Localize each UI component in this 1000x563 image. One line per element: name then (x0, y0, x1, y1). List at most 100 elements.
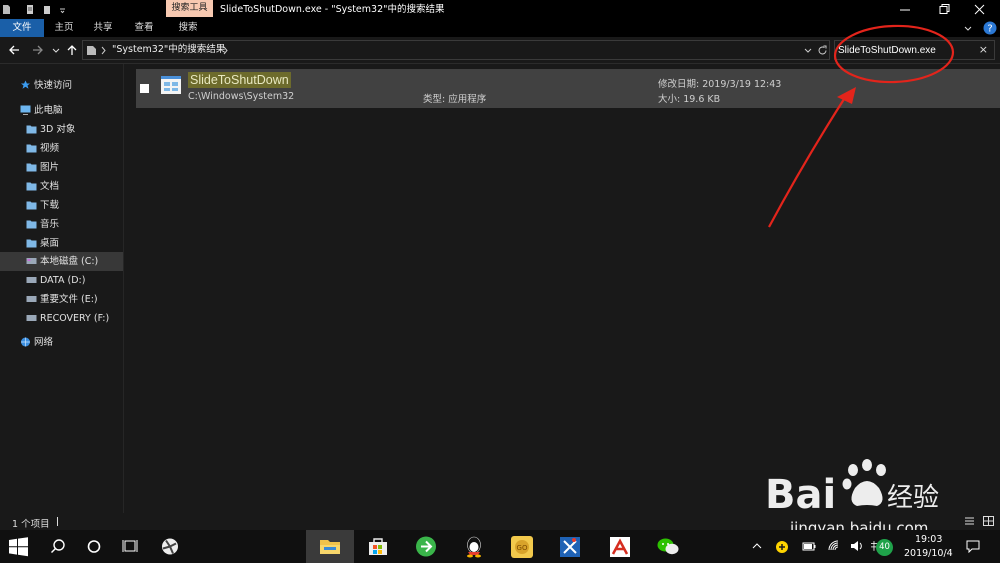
sidebar-item-important-e[interactable]: 重要文件 (E:) (0, 290, 123, 309)
explorer-app-icon (3, 5, 10, 14)
sidebar-item-pictures[interactable]: 图片 (0, 158, 123, 177)
tab-home[interactable]: 主页 (48, 19, 80, 37)
wifi-icon[interactable] (827, 540, 841, 552)
sidebar-item-data-d[interactable]: DATA (D:) (0, 271, 123, 290)
tab-share[interactable]: 共享 (87, 19, 119, 37)
address-history-chevron-icon[interactable] (803, 46, 813, 55)
sidebar-item-label: 桌面 (40, 238, 60, 249)
file-explorer-icon[interactable] (306, 530, 354, 563)
sidebar-item-quick-access[interactable]: 快速访问 (0, 76, 123, 95)
sidebar-item-this-pc[interactable]: 此电脑 (0, 101, 123, 120)
action-center-icon[interactable] (966, 540, 980, 553)
search-box[interactable]: × (834, 40, 995, 60)
up-arrow-icon[interactable] (65, 43, 79, 57)
sidebar-item-desktop[interactable]: 桌面 (0, 234, 123, 253)
sidebar-item-videos[interactable]: 视频 (0, 139, 123, 158)
sidebar-item-label: 3D 对象 (40, 124, 76, 135)
breadcrumb-separator-icon[interactable] (222, 46, 230, 55)
item-checkbox[interactable] (140, 84, 149, 93)
pane-divider[interactable] (123, 64, 124, 513)
svg-text:?: ? (987, 24, 992, 35)
clear-search-icon[interactable]: × (979, 43, 988, 56)
sidebar-item-3d-objects[interactable]: 3D 对象 (0, 120, 123, 139)
microsoft-store-icon[interactable] (354, 530, 402, 563)
tab-view[interactable]: 查看 (128, 19, 160, 37)
sidebar-item-label: 本地磁盘 (C:) (40, 256, 99, 267)
sidebar-item-label: 音乐 (40, 219, 60, 230)
show-hidden-icons-chevron-icon[interactable] (751, 540, 763, 552)
folder-icon (26, 239, 37, 248)
restore-icon[interactable] (927, 0, 961, 19)
title-bar: 搜索工具 SlideToShutDown.exe - "System32"中的搜… (0, 0, 1000, 19)
drive-icon (26, 258, 37, 264)
file-type: 类型: 应用程序 (423, 94, 487, 105)
sidebar-item-label: DATA (D:) (40, 275, 86, 286)
window-title: SlideToShutDown.exe - "System32"中的搜索结果 (220, 4, 445, 15)
tab-search[interactable]: 搜索 (172, 19, 204, 37)
drive-icon (26, 315, 37, 321)
taskbar: GO 中 40 (0, 530, 1000, 563)
ribbon-tabs: 文件 主页 共享 查看 搜索 ? (0, 19, 1000, 37)
search-tools-context-tab[interactable]: 搜索工具 (166, 0, 213, 17)
file-path: C:\Windows\System32 (188, 91, 295, 102)
svg-text:GO: GO (517, 544, 528, 552)
sidebar-item-label: 文档 (40, 181, 60, 192)
svg-text:经验: 经验 (887, 483, 939, 513)
expand-ribbon-icon[interactable] (963, 23, 973, 33)
sidebar-item-label: 重要文件 (E:) (40, 294, 98, 305)
office-app-icon[interactable] (596, 530, 644, 563)
volume-icon[interactable] (849, 540, 863, 552)
battery-icon[interactable] (802, 540, 816, 552)
sidebar-item-recovery-f[interactable]: RECOVERY (F:) (0, 309, 123, 328)
back-arrow-icon[interactable] (7, 43, 21, 57)
pinwheel-app-icon[interactable] (146, 530, 194, 563)
file-size: 大小: 19.6 KB (658, 94, 721, 105)
clock-date[interactable]: 2019/10/4 (904, 548, 953, 559)
drive-icon (26, 296, 37, 302)
item-count: 1 个项目 (12, 519, 50, 530)
navigation-pane: 快速访问 此电脑 3D 对象 视频 图片 文档 下载 音乐 桌面 本地磁盘 (C… (0, 64, 123, 513)
sidebar-item-network[interactable]: 网络 (0, 333, 123, 352)
folder-icon (26, 182, 37, 191)
recent-locations-chevron-icon[interactable] (49, 43, 63, 57)
search-input[interactable] (838, 43, 968, 58)
forward-arrow-icon[interactable] (31, 43, 45, 57)
properties-icon[interactable] (26, 4, 35, 15)
application-icon (161, 76, 181, 94)
customize-quick-access-icon[interactable] (58, 4, 67, 15)
tab-file[interactable]: 文件 (0, 19, 44, 37)
sidebar-item-local-disk-c[interactable]: 本地磁盘 (C:) (0, 252, 123, 271)
large-icons-view-icon[interactable] (983, 516, 994, 526)
close-window-icon[interactable] (963, 0, 997, 19)
wechat-icon[interactable] (644, 530, 692, 563)
network-icon (21, 337, 30, 347)
sidebar-item-documents[interactable]: 文档 (0, 177, 123, 196)
help-icon[interactable]: ? (983, 21, 997, 35)
notification-badge[interactable]: 40 (876, 539, 893, 556)
sidebar-item-downloads[interactable]: 下载 (0, 196, 123, 215)
clock-time[interactable]: 19:03 (915, 534, 942, 545)
folder-icon (26, 163, 37, 172)
sidebar-item-label: 快速访问 (34, 80, 73, 91)
breadcrumb[interactable]: "System32"中的搜索结果 (112, 41, 225, 59)
address-row: "System32"中的搜索结果 × (0, 37, 1000, 64)
breadcrumb-separator-icon[interactable] (100, 46, 108, 55)
folder-icon (26, 201, 37, 210)
sidebar-item-label: 图片 (40, 162, 60, 173)
qq-icon[interactable] (450, 530, 498, 563)
pc-icon (20, 105, 31, 115)
file-name[interactable]: SlideToShutDown (188, 72, 291, 88)
list-item[interactable]: SlideToShutDown C:\Windows\System32 类型: … (136, 69, 1000, 108)
security-tray-icon[interactable] (775, 540, 789, 554)
status-separator (57, 517, 58, 526)
game-app-icon[interactable]: GO (498, 530, 546, 563)
minimize-icon[interactable] (888, 0, 922, 19)
sidebar-item-music[interactable]: 音乐 (0, 215, 123, 234)
new-folder-icon[interactable] (43, 4, 52, 15)
file-modified-date: 修改日期: 2019/3/19 12:43 (658, 79, 782, 90)
refresh-icon[interactable] (817, 45, 828, 56)
address-bar[interactable]: "System32"中的搜索结果 (82, 40, 830, 60)
tools-app-icon[interactable] (546, 530, 594, 563)
details-view-icon[interactable] (964, 516, 975, 526)
browser-icon[interactable] (402, 530, 450, 563)
